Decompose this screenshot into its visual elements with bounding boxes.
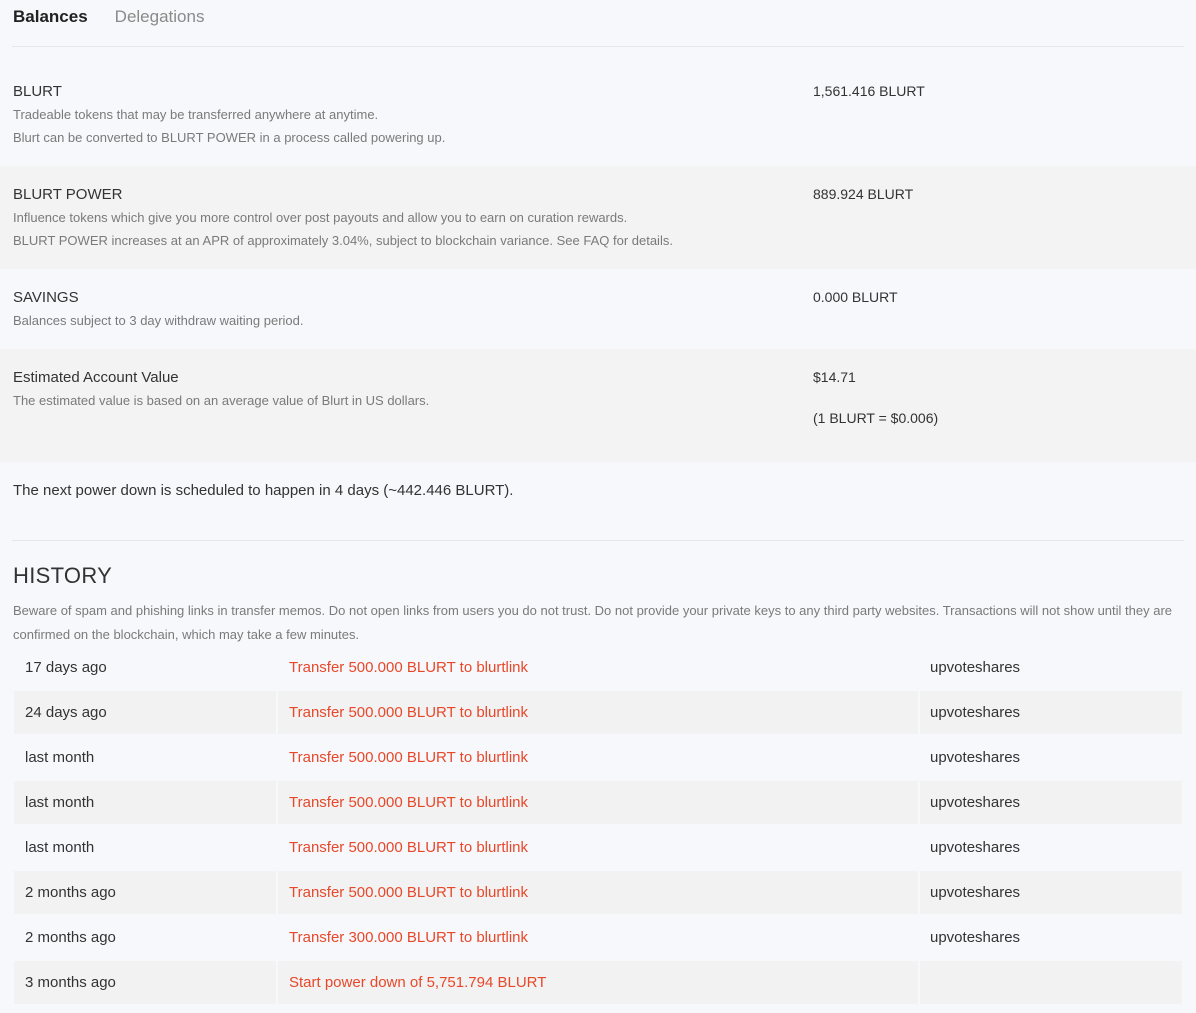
table-row: 17 days ago Transfer 500.000 BLURT to bl… [14, 646, 1182, 689]
tabs-divider [12, 46, 1184, 47]
history-action-link[interactable]: Start power down of 5,751.794 BLURT [278, 961, 918, 1004]
table-row: last month Transfer 500.000 BLURT to blu… [14, 736, 1182, 779]
history-warning: Beware of spam and phishing links in tra… [13, 603, 1172, 642]
history-action-link[interactable]: Transfer 500.000 BLURT to blurtlink [278, 781, 918, 824]
history-memo: upvoteshares [930, 929, 1021, 946]
table-row: last month Transfer 500.000 BLURT to blu… [14, 826, 1182, 869]
tab-balances[interactable]: Balances [13, 7, 88, 27]
history-time: last month [25, 749, 95, 766]
balance-value-blurt-power[interactable]: 889.924 BLURT [813, 186, 913, 202]
balance-value-blurt[interactable]: 1,561.416 BLURT [813, 83, 925, 99]
balance-title: BLURT [13, 83, 62, 100]
history-memo: upvoteshares [930, 749, 1021, 766]
history-memo: upvoteshares [930, 839, 1021, 856]
history-memo [920, 961, 1182, 1004]
history-time: 2 months ago [25, 929, 116, 946]
table-row: 24 days ago Transfer 500.000 BLURT to bl… [14, 691, 1182, 734]
history-time: 17 days ago [25, 659, 107, 676]
history-time: last month [25, 839, 95, 856]
history-memo: upvoteshares [920, 781, 1182, 824]
estimated-value: $14.71 [813, 369, 856, 385]
history-time: last month [14, 781, 276, 824]
balance-description: Balances subject to 3 day withdraw waiti… [13, 313, 304, 328]
history-divider [12, 540, 1184, 541]
history-action-link[interactable]: Transfer 500.000 BLURT to blurtlink [278, 646, 918, 689]
balance-description: BLURT POWER increases at an APR of appro… [13, 233, 673, 248]
table-row: 3 months ago Start power down of 5,751.7… [14, 961, 1182, 1004]
blurt-price: (1 BLURT = $0.006) [813, 410, 939, 426]
balance-title: SAVINGS [13, 289, 79, 306]
history-time: 2 months ago [14, 871, 276, 914]
balance-description: Tradeable tokens that may be transferred… [13, 107, 379, 122]
history-memo: upvoteshares [920, 691, 1182, 734]
balance-value-savings[interactable]: 0.000 BLURT [813, 289, 898, 305]
powerdown-notice: The next power down is scheduled to happ… [13, 482, 514, 499]
balance-row-blurt-power: BLURT POWER Influence tokens which give … [0, 166, 1196, 269]
history-action-link[interactable]: Transfer 500.000 BLURT to blurtlink [278, 826, 918, 869]
balance-title: Estimated Account Value [13, 369, 179, 386]
history-title: HISTORY [13, 563, 113, 588]
history-time: 24 days ago [14, 691, 276, 734]
history-memo: upvoteshares [930, 659, 1021, 676]
balance-description: Blurt can be converted to BLURT POWER in… [13, 130, 446, 145]
table-row: 2 months ago Transfer 500.000 BLURT to b… [14, 871, 1182, 914]
balance-title: BLURT POWER [13, 186, 123, 203]
table-row: 2 months ago Transfer 300.000 BLURT to b… [14, 916, 1182, 959]
balance-description: The estimated value is based on an avera… [13, 393, 430, 408]
history-time: 3 months ago [14, 961, 276, 1004]
balance-description: Influence tokens which give you more con… [13, 210, 628, 225]
history-action-link[interactable]: Transfer 500.000 BLURT to blurtlink [278, 736, 918, 779]
tab-delegations[interactable]: Delegations [115, 7, 205, 27]
history-table: 17 days ago Transfer 500.000 BLURT to bl… [14, 646, 1182, 1006]
history-memo: upvoteshares [920, 871, 1182, 914]
balance-row-savings: SAVINGS Balances subject to 3 day withdr… [0, 269, 1196, 349]
balance-row-blurt: BLURT Tradeable tokens that may be trans… [0, 64, 1196, 166]
history-action-link[interactable]: Transfer 300.000 BLURT to blurtlink [278, 916, 918, 959]
history-action-link[interactable]: Transfer 500.000 BLURT to blurtlink [278, 691, 918, 734]
table-row: last month Transfer 500.000 BLURT to blu… [14, 781, 1182, 824]
balance-row-estimated-value: Estimated Account Value The estimated va… [0, 349, 1196, 462]
wallet-tabs: Balances Delegations [13, 0, 231, 34]
history-action-link[interactable]: Transfer 500.000 BLURT to blurtlink [278, 871, 918, 914]
